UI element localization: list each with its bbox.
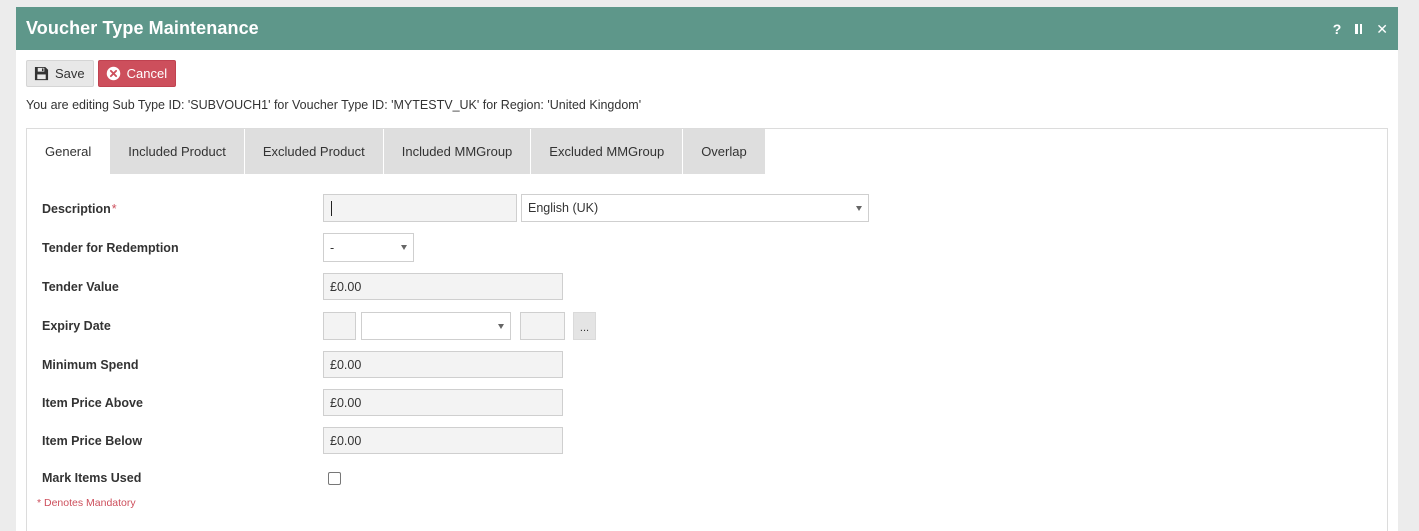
tender-for-redemption-label: Tender for Redemption (42, 241, 179, 255)
tab-general[interactable]: General (27, 129, 111, 174)
description-label: Description* (42, 202, 117, 216)
cancel-button-label: Cancel (126, 66, 168, 81)
tab-excluded-product[interactable]: Excluded Product (244, 129, 384, 174)
item-price-above-input[interactable]: £0.00 (323, 389, 563, 416)
floppy-disk-icon (34, 66, 49, 81)
expiry-month-select[interactable] (361, 312, 511, 340)
pause-icon[interactable] (1355, 23, 1363, 34)
window-title: Voucher Type Maintenance (26, 18, 259, 38)
help-icon[interactable]: ? (1333, 22, 1342, 36)
tender-for-redemption-select[interactable]: - (323, 233, 414, 262)
language-value: English (UK) (528, 201, 599, 215)
tab-included-mmgroup[interactable]: Included MMGroup (383, 129, 532, 174)
date-picker-button[interactable]: ... (573, 312, 596, 340)
expiry-date-row: Expiry Date ... (42, 311, 1382, 341)
toolbar: Save Cancel (26, 60, 177, 87)
expiry-year-input[interactable] (520, 312, 565, 340)
minimum-spend-input[interactable]: £0.00 (323, 351, 563, 378)
chevron-down-icon (401, 245, 407, 250)
expiry-day-input[interactable] (323, 312, 356, 340)
item-price-below-input[interactable]: £0.00 (323, 427, 563, 454)
close-icon[interactable]: ✕ (1376, 22, 1388, 36)
cancel-button[interactable]: Cancel (97, 60, 177, 87)
voucher-type-maintenance-window: Voucher Type Maintenance ? ✕ Save Cancel… (16, 7, 1398, 531)
mark-items-used-checkbox[interactable] (328, 472, 341, 485)
text-cursor (331, 200, 332, 216)
mandatory-note: * Denotes Mandatory (37, 497, 136, 509)
save-button[interactable]: Save (26, 60, 94, 87)
tab-excluded-mmgroup[interactable]: Excluded MMGroup (531, 129, 684, 174)
cancel-circle-icon (106, 66, 121, 81)
window-controls: ? ✕ (1333, 22, 1388, 36)
item-price-above-label: Item Price Above (42, 396, 143, 410)
minimum-spend-label: Minimum Spend (42, 358, 139, 372)
save-button-label: Save (55, 66, 85, 81)
voucher-subtype-panel: General Included Product Excluded Produc… (26, 128, 1388, 531)
tender-for-redemption-row: Tender for Redemption - (42, 233, 1382, 263)
tender-value-label: Tender Value (42, 280, 119, 294)
edit-context-info: You are editing Sub Type ID: 'SUBVOUCH1'… (26, 98, 642, 112)
tender-for-redemption-value: - (330, 240, 335, 255)
tab-bar: General Included Product Excluded Produc… (27, 129, 1387, 174)
item-price-below-row: Item Price Below £0.00 (42, 426, 1382, 456)
description-language-select[interactable]: English (UK) (521, 194, 869, 222)
mark-items-used-label: Mark Items Used (42, 471, 142, 485)
chevron-down-icon (498, 323, 504, 329)
tender-value-input[interactable]: £0.00 (323, 273, 563, 300)
tab-overlap[interactable]: Overlap (683, 129, 766, 174)
tab-included-product[interactable]: Included Product (110, 129, 245, 174)
window-titlebar: Voucher Type Maintenance ? ✕ (16, 7, 1398, 50)
minimum-spend-row: Minimum Spend £0.00 (42, 350, 1382, 380)
expiry-date-label: Expiry Date (42, 319, 111, 333)
tender-value-row: Tender Value £0.00 (42, 272, 1382, 302)
description-input[interactable] (323, 194, 517, 222)
item-price-above-row: Item Price Above £0.00 (42, 388, 1382, 418)
item-price-below-label: Item Price Below (42, 434, 143, 448)
chevron-down-icon (856, 205, 862, 211)
mark-items-used-row: Mark Items Used (42, 463, 1382, 493)
required-asterisk: * (111, 202, 117, 216)
description-row: Description* English (UK) (42, 194, 1382, 224)
